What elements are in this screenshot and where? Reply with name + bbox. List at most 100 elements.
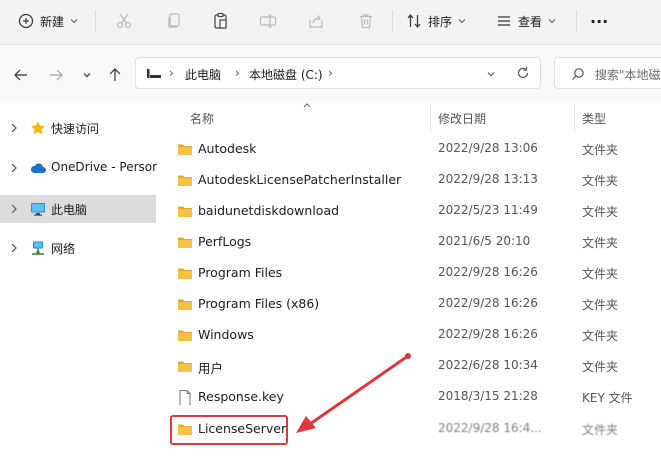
column-date-modified[interactable]: 修改日期 xyxy=(438,110,486,127)
view-lines-icon xyxy=(498,16,510,26)
file-date: 2022/9/28 16:4... xyxy=(438,421,542,435)
folder-icon xyxy=(178,299,192,310)
file-type: 文件夹 xyxy=(582,360,619,374)
sidebar-item-quick-access[interactable]: 快速访问 xyxy=(0,114,156,142)
file-name: Program Files xyxy=(198,265,283,280)
navigation-pane: 快速访问 OneDrive - Persor 此电脑 网络 xyxy=(0,104,160,458)
sort-label: 排序 xyxy=(428,14,453,29)
folder-icon xyxy=(178,361,192,372)
file-row[interactable]: 用户 2022/6/28 10:34 文件夹 xyxy=(168,351,661,382)
column-header: 名称 修改日期 类型 xyxy=(160,103,661,132)
file-row[interactable]: Autodesk 2022/9/28 13:06 文件夹 xyxy=(168,134,661,165)
file-date: 2022/9/28 16:26 xyxy=(438,265,538,279)
file-row[interactable]: PerfLogs 2021/6/5 20:10 文件夹 xyxy=(168,227,661,258)
file-date: 2022/9/28 16:26 xyxy=(438,327,538,341)
network-icon xyxy=(32,241,44,255)
folder-icon xyxy=(178,237,192,248)
breadcrumb-separator: › xyxy=(328,66,333,80)
sidebar-item-onedrive[interactable]: OneDrive - Persor xyxy=(0,154,158,182)
sort-button[interactable]: 排序 xyxy=(406,7,466,35)
file-name: Windows xyxy=(198,327,254,342)
highlight-box xyxy=(170,415,288,445)
refresh-icon[interactable] xyxy=(516,66,530,80)
folder-icon xyxy=(178,175,192,186)
file-name: AutodeskLicensePatcherInstaller xyxy=(198,172,402,187)
up-button[interactable] xyxy=(104,64,126,86)
toolbar-divider xyxy=(95,10,96,32)
breadcrumb-separator: › xyxy=(235,66,240,80)
sort-ascending-icon xyxy=(303,103,311,108)
file-row[interactable]: AutodeskLicensePatcherInstaller 2022/9/2… xyxy=(168,165,661,196)
toolbar-divider xyxy=(576,10,577,32)
sidebar-item-label: 此电脑 xyxy=(51,203,88,217)
cut-button[interactable] xyxy=(115,7,133,35)
file-name: PerfLogs xyxy=(198,234,252,249)
file-row[interactable]: Windows 2022/9/28 16:26 文件夹 xyxy=(168,320,661,351)
folder-icon xyxy=(178,206,192,217)
column-name[interactable]: 名称 xyxy=(190,110,214,127)
chevron-right-icon[interactable] xyxy=(9,202,19,216)
new-label: 新建 xyxy=(40,14,65,29)
chevron-down-icon xyxy=(70,19,78,24)
breadcrumb-local-disk-c[interactable]: 本地磁盘 (C:) xyxy=(249,66,323,83)
sidebar-item-this-pc[interactable]: 此电脑 xyxy=(0,195,156,223)
file-name: baidunetdiskdownload xyxy=(198,203,340,218)
paste-button[interactable] xyxy=(212,7,230,35)
more-options-button[interactable]: ··· xyxy=(590,7,608,35)
copy-button[interactable] xyxy=(165,7,183,35)
search-input[interactable]: 搜索"本地磁 xyxy=(554,57,661,89)
computer-path-icon xyxy=(147,69,161,78)
column-divider[interactable] xyxy=(430,104,431,132)
clipboard-icon xyxy=(214,12,227,29)
column-divider[interactable] xyxy=(574,104,575,132)
share-button[interactable] xyxy=(307,7,325,35)
forward-button[interactable] xyxy=(45,64,67,86)
star-icon xyxy=(31,121,45,135)
chevron-right-icon[interactable] xyxy=(9,161,19,175)
file-name: 用户 xyxy=(198,361,224,376)
view-button[interactable]: 查看 xyxy=(496,7,556,35)
file-date: 2022/6/28 10:34 xyxy=(438,358,538,372)
chevron-right-icon[interactable] xyxy=(9,121,19,135)
chevron-down-icon[interactable] xyxy=(486,69,496,79)
file-date: 2022/9/28 16:26 xyxy=(438,296,538,310)
sidebar-item-label: OneDrive - Persor xyxy=(51,160,158,174)
file-row[interactable]: Program Files 2022/9/28 16:26 文件夹 xyxy=(168,258,661,289)
file-row[interactable]: Program Files (x86) 2022/9/28 16:26 文件夹 xyxy=(168,289,661,320)
file-row[interactable]: Response.key 2018/3/15 21:28 KEY 文件 xyxy=(168,382,661,413)
file-row[interactable]: baidunetdiskdownload 2022/5/23 11:49 文件夹 xyxy=(168,196,661,227)
chevron-right-icon[interactable] xyxy=(9,241,19,255)
trash-icon xyxy=(360,14,372,29)
folder-icon xyxy=(178,330,192,341)
scissors-icon xyxy=(116,13,132,29)
folder-icon xyxy=(178,268,192,279)
sort-icon xyxy=(407,14,421,28)
file-name: Program Files (x86) xyxy=(198,296,320,311)
new-button[interactable]: 新建 xyxy=(18,7,78,35)
delete-button[interactable] xyxy=(357,7,375,35)
breadcrumb-this-pc[interactable]: 此电脑 xyxy=(185,66,221,83)
file-type: 文件夹 xyxy=(582,329,619,343)
file-type: 文件夹 xyxy=(582,267,619,281)
file-date: 2022/5/23 11:49 xyxy=(438,203,538,217)
share-icon xyxy=(309,15,323,28)
sidebar-item-network[interactable]: 网络 xyxy=(0,234,156,262)
copy-icon xyxy=(168,13,180,28)
more-options-icon: ··· xyxy=(590,11,609,31)
breadcrumb-separator: › xyxy=(169,66,174,80)
back-button[interactable] xyxy=(10,64,32,86)
column-type[interactable]: 类型 xyxy=(582,110,606,127)
computer-icon xyxy=(31,203,45,216)
search-icon xyxy=(572,68,584,80)
chevron-down-icon xyxy=(83,73,91,78)
file-name: Response.key xyxy=(198,389,284,404)
arrow-up-icon xyxy=(109,68,121,81)
address-bar[interactable]: › 此电脑 › 本地磁盘 (C:) › xyxy=(135,57,541,89)
file-type: 文件夹 xyxy=(582,298,619,312)
file-type: 文件夹 xyxy=(582,174,619,188)
rename-button[interactable] xyxy=(259,7,277,35)
recent-locations-button[interactable] xyxy=(76,64,98,86)
file-type: KEY 文件 xyxy=(582,391,633,405)
rename-icon xyxy=(259,14,277,28)
file-date: 2022/9/28 13:06 xyxy=(438,141,538,155)
